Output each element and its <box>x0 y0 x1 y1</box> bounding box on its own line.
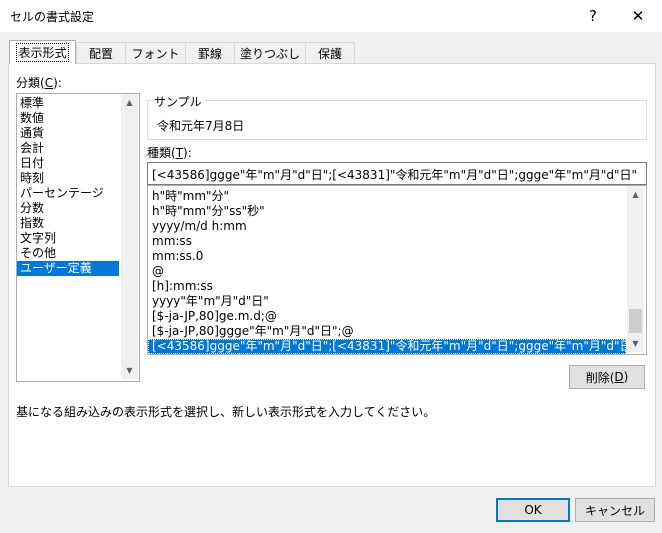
category-item-fraction[interactable]: 分数 <box>17 201 121 216</box>
format-list-item[interactable]: @ <box>148 264 628 279</box>
format-list-item-selected[interactable]: [<43586]ggge"年"m"月"d"日";[<43831]"令和元年"m"… <box>148 339 637 354</box>
format-list-item[interactable]: mm:ss.0 <box>148 249 628 264</box>
description-text: 基になる組み込みの表示形式を選択し、新しい表示形式を入力してください。 <box>16 405 436 419</box>
help-button[interactable]: ? <box>580 4 606 28</box>
category-item-accounting[interactable]: 会計 <box>17 141 121 156</box>
tab-fill[interactable]: 塗りつぶし <box>234 42 306 63</box>
format-code-input[interactable]: [<43586]ggge"年"m"月"d"日";[<43831]"令和元年"m"… <box>147 162 647 185</box>
tab-alignment[interactable]: 配置 <box>76 42 126 63</box>
tab-strip: 表示形式 配置 フォント 罫線 塗りつぶし 保護 <box>0 40 662 64</box>
type-label-post: ): <box>183 146 192 160</box>
format-list-item[interactable]: [h]:mm:ss <box>148 279 628 294</box>
tab-protection-label: 保護 <box>317 46 342 61</box>
type-label: 種類(T): <box>147 144 192 161</box>
type-label-pre: 種類( <box>147 146 176 160</box>
tab-number-format-label: 表示形式 <box>16 43 69 62</box>
delete-button-key: D <box>614 370 624 384</box>
category-item-text[interactable]: 文字列 <box>17 231 121 246</box>
scrollbar-thumb[interactable] <box>629 309 642 333</box>
up-arrow-icon[interactable]: ▲ <box>627 186 644 203</box>
category-item-currency[interactable]: 通貨 <box>17 126 121 141</box>
delete-button-post: ) <box>623 370 629 384</box>
down-arrow-icon[interactable]: ▼ <box>121 362 138 379</box>
category-item-general[interactable]: 標準 <box>17 96 121 111</box>
format-list-item[interactable]: [$-ja-JP,80]ggge"年"m"月"d"日";@ <box>148 324 628 339</box>
category-scrollbar[interactable]: ▲ ▼ <box>121 94 138 379</box>
tab-font[interactable]: フォント <box>125 42 186 63</box>
type-label-key: T <box>175 146 184 160</box>
delete-button[interactable]: 削除(D) <box>569 365 645 389</box>
category-item-percentage[interactable]: パーセンテージ <box>17 186 121 201</box>
format-list-scrollbar[interactable]: ▲ ▼ <box>627 186 644 352</box>
tab-border[interactable]: 罫線 <box>185 42 235 63</box>
category-item-date[interactable]: 日付 <box>17 156 121 171</box>
format-list-item[interactable]: yyyy/m/d h:mm <box>148 219 628 234</box>
category-item-custom[interactable]: ユーザー定義 <box>17 261 119 276</box>
category-item-scientific[interactable]: 指数 <box>17 216 121 231</box>
category-item-special[interactable]: その他 <box>17 246 121 261</box>
tab-fill-label: 塗りつぶし <box>239 46 301 61</box>
tab-border-label: 罫線 <box>197 46 222 61</box>
close-icon: ✕ <box>631 7 645 25</box>
format-code-value: [<43586]ggge"年"m"月"d"日";[<43831]"令和元年"m"… <box>152 168 638 182</box>
category-label-pre: 分類( <box>16 76 45 90</box>
format-list-item[interactable]: h"時"mm"分" <box>148 189 628 204</box>
tab-font-label: フォント <box>131 46 180 61</box>
format-list-item[interactable]: mm:ss <box>148 234 628 249</box>
format-list-item[interactable]: h"時"mm"分"ss"秒" <box>148 204 628 219</box>
delete-button-pre: 削除( <box>585 370 615 385</box>
category-item-time[interactable]: 時刻 <box>17 171 121 186</box>
cancel-button[interactable]: キャンセル <box>575 498 655 522</box>
sample-value: 令和元年7月8日 <box>157 119 245 133</box>
down-arrow-icon[interactable]: ▼ <box>627 335 644 352</box>
title-bar <box>0 0 662 32</box>
category-label: 分類(C): <box>16 74 62 91</box>
category-label-key: C <box>44 76 54 90</box>
format-list-item[interactable]: [$-ja-JP,80]ge.m.d;@ <box>148 309 628 324</box>
category-label-post: ): <box>53 76 62 90</box>
tab-protection[interactable]: 保護 <box>305 42 355 63</box>
sample-label: サンプル <box>151 93 205 110</box>
category-item-number[interactable]: 数値 <box>17 111 121 126</box>
window-title: セルの書式設定 <box>10 10 95 24</box>
tab-number-format[interactable]: 表示形式 <box>9 40 76 64</box>
category-list[interactable]: 標準 数値 通貨 会計 日付 時刻 パーセンテージ 分数 指数 文字列 その他 … <box>16 93 140 382</box>
format-list[interactable]: h"時"mm"分" h"時"mm"分"ss"秒" yyyy/m/d h:mm m… <box>147 185 647 355</box>
tab-alignment-label: 配置 <box>88 46 113 61</box>
up-arrow-icon[interactable]: ▲ <box>121 94 138 111</box>
format-list-item[interactable]: yyyy"年"m"月"d"日" <box>148 294 628 309</box>
ok-button[interactable]: OK <box>496 498 570 522</box>
close-button[interactable]: ✕ <box>625 4 651 28</box>
